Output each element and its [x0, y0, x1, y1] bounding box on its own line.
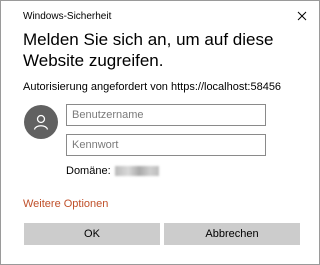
- more-options-link[interactable]: Weitere Optionen: [23, 198, 108, 210]
- username-input[interactable]: [66, 104, 266, 126]
- dialog-heading: Melden Sie sich an, um auf diese Website…: [23, 30, 274, 70]
- title-bar: Windows-Sicherheit: [1, 1, 319, 29]
- user-icon: [33, 114, 49, 130]
- domain-value-redacted: [114, 166, 159, 176]
- security-dialog: Windows-Sicherheit Melden Sie sich an, u…: [0, 0, 320, 265]
- window-title: Windows-Sicherheit: [23, 11, 112, 22]
- cancel-button[interactable]: Abbrechen: [164, 223, 300, 245]
- avatar: [24, 105, 58, 139]
- close-button[interactable]: [295, 9, 309, 23]
- domain-label: Domäne:: [66, 165, 111, 177]
- ok-button[interactable]: OK: [24, 223, 160, 245]
- domain-row: Domäne:: [66, 165, 159, 177]
- password-input[interactable]: [66, 134, 266, 156]
- authorization-text: Autorisierung angefordert von https://lo…: [23, 81, 282, 93]
- close-icon: [297, 11, 307, 21]
